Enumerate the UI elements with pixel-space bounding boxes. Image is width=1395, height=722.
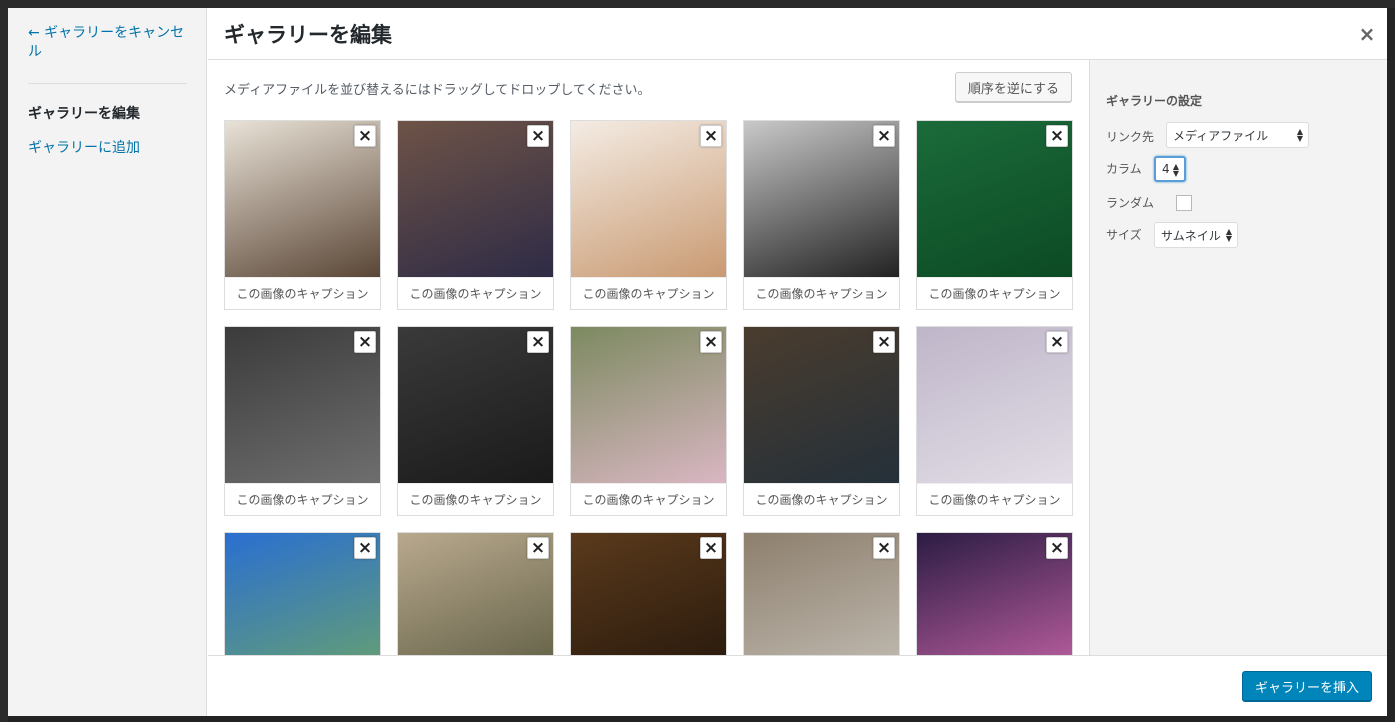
remove-icon[interactable]: × — [873, 537, 895, 559]
gallery-item[interactable]: × この画像のキャプション — [224, 326, 381, 516]
columns-value: 4 — [1162, 162, 1170, 176]
close-icon[interactable]: × — [1355, 22, 1379, 46]
cancel-gallery-link[interactable]: ← ギャラリーをキャンセル — [28, 24, 193, 62]
media-menu: ← ギャラリーをキャンセル ギャラリーを編集 ギャラリーに追加 — [8, 8, 207, 716]
random-checkbox[interactable] — [1176, 195, 1192, 211]
select-arrows-icon: ▲ ▼ — [1296, 127, 1304, 143]
size-label: サイズ — [1106, 228, 1142, 242]
remove-icon[interactable]: × — [700, 331, 722, 353]
caption-field[interactable]: この画像のキャプション — [917, 483, 1072, 515]
select-arrows-icon: ▲ ▼ — [1225, 227, 1233, 243]
remove-icon[interactable]: × — [354, 537, 376, 559]
link-to-value: メディアファイル — [1173, 128, 1269, 143]
gallery-content: メディアファイルを並び替えるにはドラッグしてドロップしてください。 順序を逆にす… — [208, 60, 1089, 655]
drag-instruction: メディアファイルを並び替えるにはドラッグしてドロップしてください。 — [224, 83, 651, 98]
caption-field[interactable]: この画像のキャプション — [225, 277, 380, 309]
admin-sidebar-backdrop — [0, 8, 8, 722]
remove-icon[interactable]: × — [527, 125, 549, 147]
modal-header: ギャラリーを編集 × — [208, 8, 1387, 60]
insert-gallery-button[interactable]: ギャラリーを挿入 — [1242, 671, 1372, 701]
reverse-order-button[interactable]: 順序を逆にする — [955, 72, 1072, 102]
caption-field[interactable]: この画像のキャプション — [571, 483, 726, 515]
remove-icon[interactable]: × — [700, 537, 722, 559]
random-label: ランダム — [1106, 196, 1155, 210]
gallery-item[interactable]: × この画像のキャプション — [916, 120, 1073, 310]
columns-label: カラム — [1106, 162, 1142, 176]
remove-icon[interactable]: × — [354, 331, 376, 353]
caption-field[interactable]: この画像のキャプション — [917, 277, 1072, 309]
remove-icon[interactable]: × — [1046, 537, 1068, 559]
remove-icon[interactable]: × — [1046, 331, 1068, 353]
link-to-label: リンク先 — [1106, 130, 1155, 144]
gallery-item[interactable]: × この画像のキャプション — [397, 326, 554, 516]
gallery-settings-sidebar: ギャラリーの設定 リンク先 メディアファイル ▲ ▼ カラム 4 ▲ ▼ ランダム … — [1089, 60, 1387, 655]
caption-field[interactable]: この画像のキャプション — [225, 483, 380, 515]
gallery-item[interactable]: × — [570, 532, 727, 655]
remove-icon[interactable]: × — [527, 537, 549, 559]
remove-icon[interactable]: × — [1046, 125, 1068, 147]
media-modal: ← ギャラリーをキャンセル ギャラリーを編集 ギャラリーに追加 ギャラリーを編集… — [8, 8, 1387, 716]
gallery-item[interactable]: × この画像のキャプション — [570, 120, 727, 310]
size-value: サムネイル — [1161, 228, 1221, 243]
caption-field[interactable]: この画像のキャプション — [398, 483, 553, 515]
gallery-settings-title: ギャラリーの設定 — [1106, 94, 1203, 108]
link-to-select[interactable]: メディアファイル ▲ ▼ — [1166, 122, 1309, 148]
gallery-item[interactable]: × — [916, 532, 1073, 655]
remove-icon[interactable]: × — [354, 125, 376, 147]
page-title: ギャラリーを編集 — [224, 23, 392, 47]
remove-icon[interactable]: × — [873, 125, 895, 147]
caption-field[interactable]: この画像のキャプション — [398, 277, 553, 309]
menu-separator — [28, 83, 187, 84]
gallery-item[interactable]: × この画像のキャプション — [743, 120, 900, 310]
remove-icon[interactable]: × — [700, 125, 722, 147]
gallery-item[interactable]: × この画像のキャプション — [397, 120, 554, 310]
remove-icon[interactable]: × — [873, 331, 895, 353]
gallery-item[interactable]: × この画像のキャプション — [743, 326, 900, 516]
admin-bar-backdrop — [0, 0, 1395, 8]
menu-item-edit-gallery[interactable]: ギャラリーを編集 — [28, 103, 140, 123]
gallery-item[interactable]: × この画像のキャプション — [916, 326, 1073, 516]
gallery-item[interactable]: × — [224, 532, 381, 655]
caption-field[interactable]: この画像のキャプション — [744, 277, 899, 309]
modal-footer: ギャラリーを挿入 — [208, 655, 1387, 716]
select-arrows-icon: ▲ ▼ — [1172, 162, 1180, 178]
gallery-item[interactable]: × — [397, 532, 554, 655]
gallery-item[interactable]: × この画像のキャプション — [570, 326, 727, 516]
gallery-item[interactable]: × — [743, 532, 900, 655]
gallery-item[interactable]: × この画像のキャプション — [224, 120, 381, 310]
caption-field[interactable]: この画像のキャプション — [571, 277, 726, 309]
size-select[interactable]: サムネイル ▲ ▼ — [1154, 222, 1238, 248]
columns-select[interactable]: 4 ▲ ▼ — [1154, 156, 1186, 182]
menu-item-add-to-gallery[interactable]: ギャラリーに追加 — [28, 137, 140, 157]
remove-icon[interactable]: × — [527, 331, 549, 353]
caption-field[interactable]: この画像のキャプション — [744, 483, 899, 515]
